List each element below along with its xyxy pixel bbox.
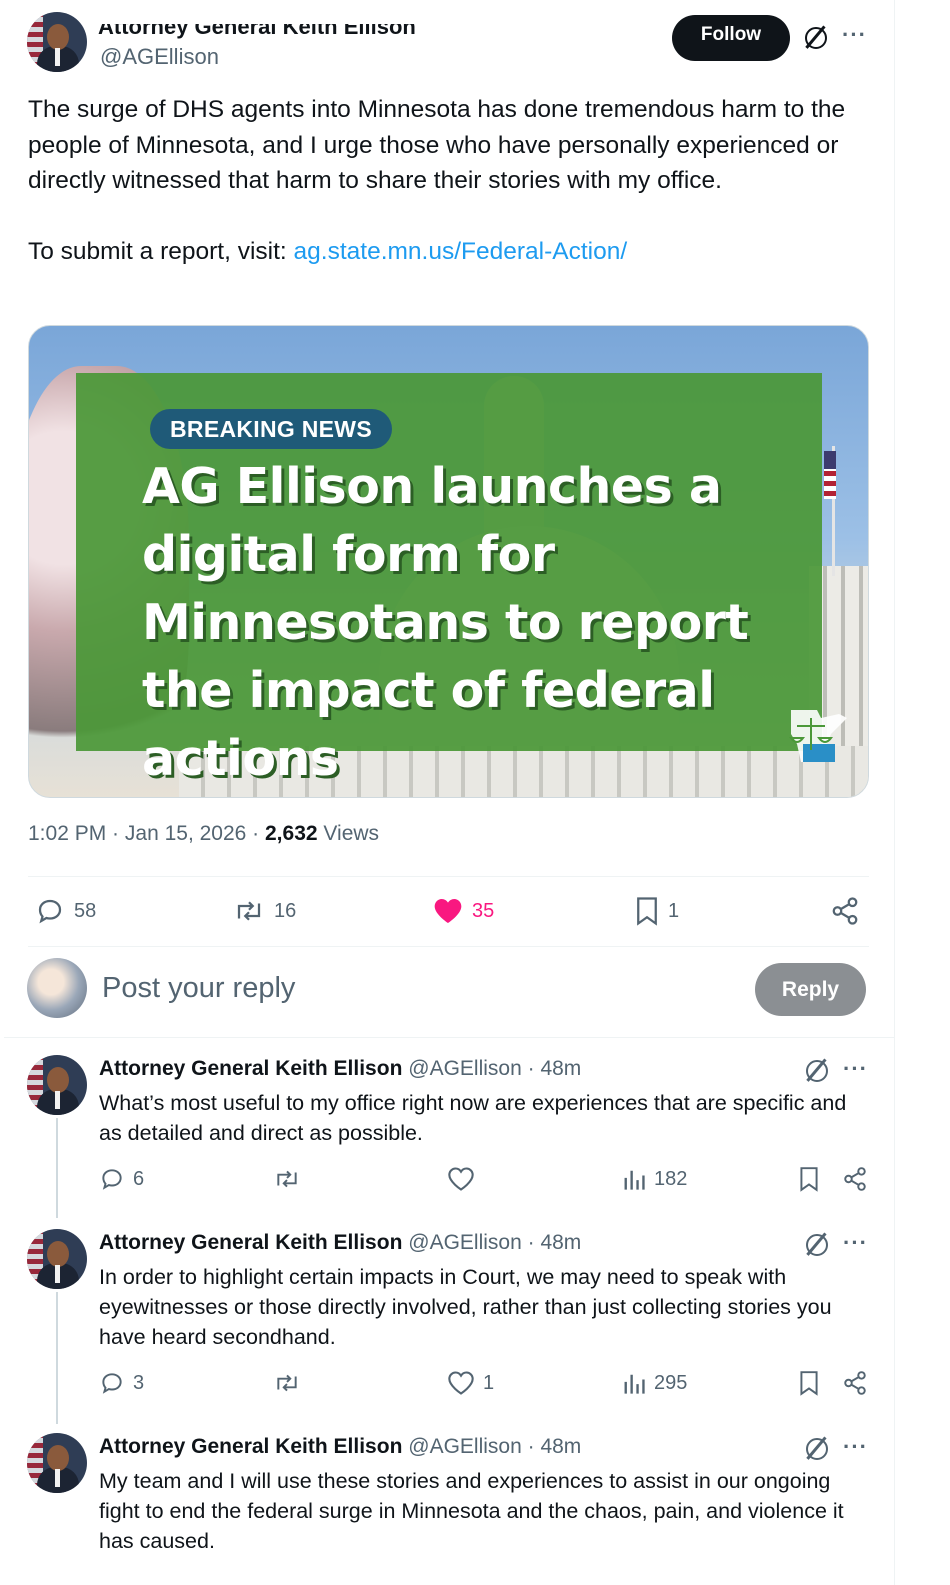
- tweet-text: The surge of DHS agents into Minnesota h…: [28, 92, 868, 270]
- heart-icon: [448, 1371, 474, 1395]
- thread-connector: [56, 1118, 58, 1218]
- reply-text: In order to highlight certain impacts in…: [99, 1265, 832, 1349]
- reply-author-handle[interactable]: @AGEllison: [408, 1435, 522, 1458]
- reply-author-avatar[interactable]: [27, 1433, 87, 1493]
- report-prefix: To submit a report, visit:: [28, 238, 294, 265]
- post-page: Attorney General Keith Ellison @AGElliso…: [0, 0, 895, 1585]
- follow-button[interactable]: Follow: [672, 15, 790, 61]
- views-count: 2,632: [265, 822, 318, 845]
- share-action[interactable]: [830, 896, 860, 926]
- reply-action[interactable]: 58: [34, 896, 96, 926]
- bookmark-action[interactable]: [798, 1370, 820, 1396]
- tweet-time[interactable]: 1:02 PM: [28, 822, 106, 845]
- views-action[interactable]: 295: [622, 1370, 687, 1396]
- reply-text: What’s most useful to my office right no…: [99, 1091, 847, 1145]
- bookmark-icon: [800, 1371, 818, 1396]
- author-name[interactable]: Attorney General Keith Ellison: [98, 24, 416, 40]
- more-icon[interactable]: ···: [843, 1232, 868, 1254]
- repost-action[interactable]: [272, 1166, 302, 1192]
- grok-icon[interactable]: [803, 1057, 829, 1083]
- report-link[interactable]: ag.state.mn.us/Federal-Action/: [294, 238, 628, 265]
- repost-action[interactable]: 16: [232, 896, 296, 926]
- reply-text: My team and I will use these stories and…: [99, 1469, 844, 1553]
- thread-connector: [56, 1292, 58, 1424]
- my-avatar[interactable]: [27, 958, 87, 1018]
- share-action[interactable]: [842, 1166, 868, 1192]
- reply-input[interactable]: Post your reply: [102, 972, 295, 1005]
- share-icon: [844, 1371, 866, 1395]
- grok-icon[interactable]: [803, 1435, 829, 1461]
- breaking-news-badge: BREAKING NEWS: [150, 409, 392, 449]
- reply-count: 3: [133, 1371, 145, 1394]
- reply-time[interactable]: 48m: [540, 1231, 581, 1254]
- share-action[interactable]: [842, 1370, 868, 1396]
- views-action[interactable]: 182: [622, 1166, 687, 1192]
- tweet-report-line: To submit a report, visit: ag.state.mn.u…: [28, 234, 868, 270]
- divider: [4, 1037, 894, 1038]
- repost-icon: [277, 1170, 297, 1188]
- grok-icon[interactable]: [803, 1231, 829, 1257]
- tweet-meta: 1:02 PM · Jan 15, 2026 · 2,632 Views: [28, 822, 380, 845]
- media-headline: AG Ellison launches a digital form for M…: [142, 458, 749, 787]
- views-count: 295: [654, 1371, 688, 1394]
- reply-header: Attorney General Keith Ellison @AGElliso…: [99, 1057, 582, 1080]
- reply-author-avatar[interactable]: [27, 1055, 87, 1115]
- us-flag-icon: [824, 451, 836, 499]
- reply-author-name[interactable]: Attorney General Keith Ellison: [99, 1057, 402, 1080]
- author-avatar[interactable]: [27, 12, 87, 72]
- bookmark-action[interactable]: [798, 1166, 820, 1192]
- repost-icon: [237, 901, 261, 921]
- divider: [28, 876, 869, 877]
- reply-author-handle[interactable]: @AGEllison: [408, 1057, 522, 1080]
- reply-count: 58: [74, 899, 97, 922]
- reply-author-name[interactable]: Attorney General Keith Ellison: [99, 1435, 402, 1458]
- views-icon: [624, 1170, 645, 1190]
- like-action[interactable]: 1: [447, 1370, 494, 1396]
- bookmark-action[interactable]: 1: [634, 896, 679, 926]
- headline-panel: BREAKING NEWS AG Ellison launches a digi…: [76, 373, 822, 787]
- share-icon: [844, 1167, 866, 1191]
- more-icon[interactable]: ···: [843, 1436, 868, 1458]
- reply-icon: [102, 1169, 122, 1190]
- author-handle[interactable]: @AGEllison: [100, 44, 219, 70]
- views-label: Views: [323, 822, 380, 845]
- reply-header: Attorney General Keith Ellison @AGElliso…: [99, 1435, 582, 1458]
- reply-count: 6: [133, 1167, 145, 1190]
- tweet-media-image[interactable]: BREAKING NEWS AG Ellison launches a digi…: [28, 325, 869, 798]
- views-icon: [624, 1374, 645, 1394]
- reply-author-handle[interactable]: @AGEllison: [408, 1231, 522, 1254]
- reply-author-avatar[interactable]: [27, 1229, 87, 1289]
- tweet-date[interactable]: Jan 15, 2026: [125, 822, 246, 845]
- share-icon: [832, 897, 858, 925]
- reply-author-name[interactable]: Attorney General Keith Ellison: [99, 1231, 402, 1254]
- reply-icon: [102, 1373, 122, 1394]
- more-icon[interactable]: ···: [842, 24, 867, 46]
- tweet-paragraph: The surge of DHS agents into Minnesota h…: [28, 96, 846, 194]
- like-action[interactable]: [447, 1166, 475, 1192]
- like-action[interactable]: 35: [432, 896, 494, 926]
- reply-icon: [38, 899, 62, 924]
- reply-action[interactable]: 6: [99, 1166, 144, 1192]
- bookmark-icon: [637, 897, 657, 926]
- heart-icon: [448, 1167, 474, 1191]
- more-icon[interactable]: ···: [843, 1058, 868, 1080]
- repost-icon: [277, 1374, 297, 1392]
- repost-count: 16: [274, 899, 297, 922]
- views-count: 182: [654, 1167, 688, 1190]
- reply-action[interactable]: 3: [99, 1370, 144, 1396]
- minnesota-ag-logo-icon: [788, 710, 847, 762]
- like-count: 1: [483, 1371, 495, 1394]
- bookmark-icon: [800, 1167, 818, 1192]
- bookmark-count: 1: [668, 899, 680, 922]
- heart-icon: [434, 899, 462, 923]
- reply-time[interactable]: 48m: [540, 1435, 581, 1458]
- reply-button[interactable]: Reply: [755, 963, 866, 1016]
- reply-header: Attorney General Keith Ellison @AGElliso…: [99, 1231, 582, 1254]
- repost-action[interactable]: [272, 1370, 302, 1396]
- grok-icon[interactable]: [802, 24, 828, 50]
- reply-time[interactable]: 48m: [540, 1057, 581, 1080]
- divider: [28, 946, 869, 947]
- like-count: 35: [472, 899, 495, 922]
